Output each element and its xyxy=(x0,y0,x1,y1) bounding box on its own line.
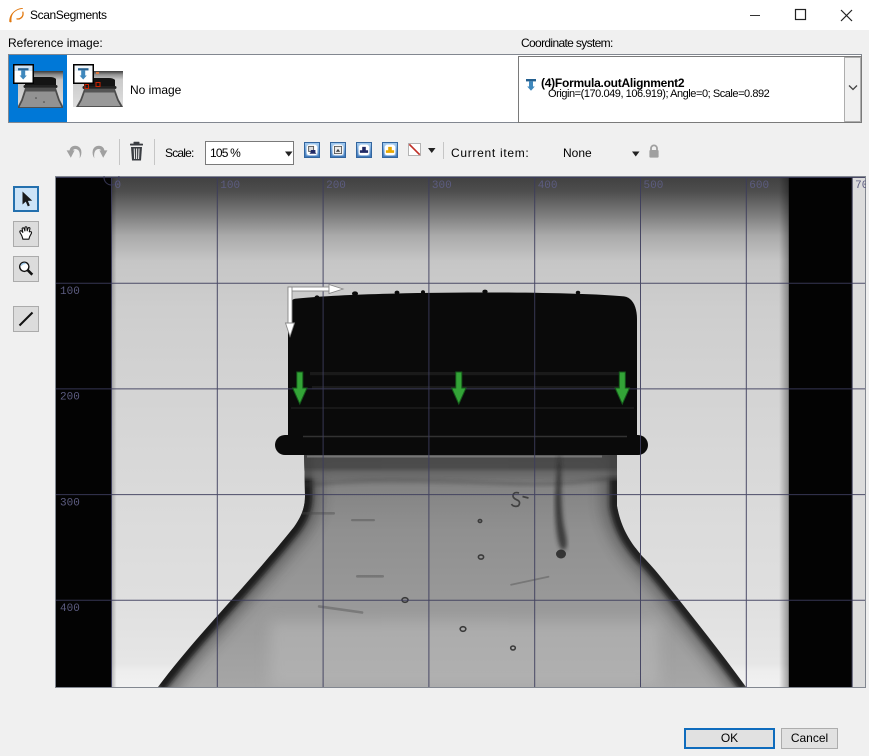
svg-text:200: 200 xyxy=(326,180,346,192)
svg-text:100: 100 xyxy=(220,180,240,192)
svg-text:300: 300 xyxy=(432,180,452,192)
svg-text:400: 400 xyxy=(538,180,558,192)
svg-text:200: 200 xyxy=(60,392,80,404)
svg-text:300: 300 xyxy=(60,497,80,509)
svg-text:500: 500 xyxy=(644,180,664,192)
svg-text:400: 400 xyxy=(60,603,80,615)
svg-text:600: 600 xyxy=(749,180,769,192)
svg-text:700: 700 xyxy=(855,180,866,192)
svg-text:0: 0 xyxy=(115,180,122,192)
svg-text:100: 100 xyxy=(60,286,80,298)
